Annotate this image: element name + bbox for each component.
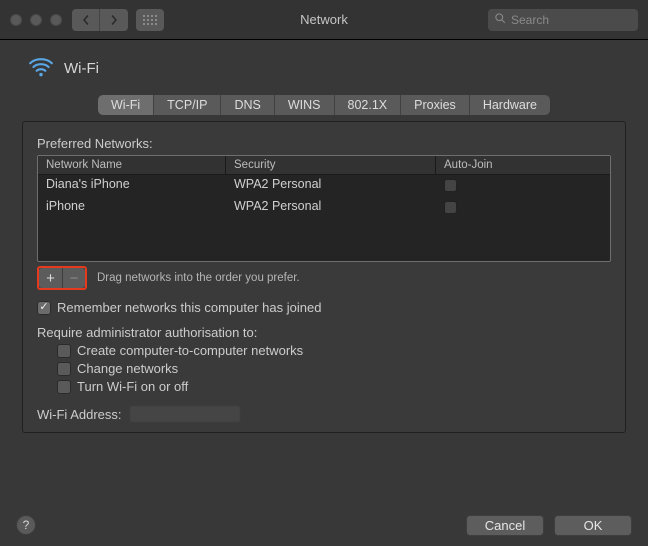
- auth-option-label: Turn Wi-Fi on or off: [77, 379, 188, 394]
- column-auto-join[interactable]: Auto-Join: [436, 156, 610, 174]
- maximize-window-button[interactable]: [50, 14, 62, 26]
- cell-security: WPA2 Personal: [226, 175, 436, 197]
- auth-option-checkbox[interactable]: [57, 380, 71, 394]
- tab-802-1x[interactable]: 802.1X: [335, 95, 402, 115]
- cell-security: WPA2 Personal: [226, 197, 436, 219]
- tab-hardware[interactable]: Hardware: [470, 95, 550, 115]
- remember-networks-checkbox[interactable]: [37, 301, 51, 315]
- cancel-button[interactable]: Cancel: [466, 515, 544, 536]
- table-row[interactable]: Diana's iPhoneWPA2 Personal: [38, 175, 610, 197]
- search-placeholder: Search: [511, 13, 549, 27]
- remove-network-button[interactable]: −: [62, 268, 85, 288]
- window-title: Network: [300, 12, 348, 27]
- search-input[interactable]: Search: [488, 9, 638, 31]
- wifi-icon: [28, 54, 54, 83]
- tab-dns[interactable]: DNS: [221, 95, 274, 115]
- forward-button[interactable]: [100, 9, 128, 31]
- show-all-button[interactable]: [136, 9, 164, 31]
- auto-join-checkbox[interactable]: [444, 201, 457, 214]
- auth-option-checkbox[interactable]: [57, 344, 71, 358]
- table-row[interactable]: iPhoneWPA2 Personal: [38, 197, 610, 219]
- grid-icon: [143, 15, 157, 25]
- auth-option-label: Change networks: [77, 361, 178, 376]
- ok-button[interactable]: OK: [554, 515, 632, 536]
- tab-bar: Wi-FiTCP/IPDNSWINS802.1XProxiesHardware: [18, 95, 630, 115]
- preferred-networks-label: Preferred Networks:: [37, 136, 611, 151]
- auth-option-label: Create computer-to-computer networks: [77, 343, 303, 358]
- preferred-networks-table: Network Name Security Auto-Join Diana's …: [37, 155, 611, 262]
- auto-join-checkbox[interactable]: [444, 179, 457, 192]
- remember-networks-label: Remember networks this computer has join…: [57, 300, 321, 315]
- page-title: Wi-Fi: [64, 60, 99, 77]
- cell-auto-join: [436, 197, 610, 219]
- remember-networks-row[interactable]: Remember networks this computer has join…: [37, 300, 611, 315]
- table-header: Network Name Security Auto-Join: [38, 156, 610, 175]
- search-icon: [494, 12, 506, 27]
- cell-auto-join: [436, 175, 610, 197]
- minimize-window-button[interactable]: [30, 14, 42, 26]
- close-window-button[interactable]: [10, 14, 22, 26]
- column-network-name[interactable]: Network Name: [38, 156, 226, 174]
- wifi-address-label: Wi-Fi Address:: [37, 407, 122, 422]
- content: Wi-Fi Wi-FiTCP/IPDNSWINS802.1XProxiesHar…: [0, 40, 648, 433]
- tab-proxies[interactable]: Proxies: [401, 95, 470, 115]
- tab-wi-fi[interactable]: Wi-Fi: [98, 95, 154, 115]
- drag-hint: Drag networks into the order you prefer.: [97, 272, 300, 284]
- add-remove-row: + − Drag networks into the order you pre…: [37, 266, 611, 290]
- auth-options: Create computer-to-computer networks Chan…: [57, 343, 611, 394]
- tab-tcp-ip[interactable]: TCP/IP: [154, 95, 221, 115]
- auth-option-row[interactable]: Change networks: [57, 361, 611, 376]
- add-network-button[interactable]: +: [39, 268, 62, 288]
- add-remove-highlight: + −: [37, 266, 87, 290]
- wifi-address-row: Wi-Fi Address:: [37, 406, 611, 422]
- cell-network-name: Diana's iPhone: [38, 175, 226, 197]
- table-body: Diana's iPhoneWPA2 PersonaliPhoneWPA2 Pe…: [38, 175, 610, 261]
- cell-network-name: iPhone: [38, 197, 226, 219]
- titlebar: Network Search: [0, 0, 648, 40]
- wifi-address-value: [130, 406, 240, 422]
- page-header: Wi-Fi: [28, 54, 630, 83]
- nav-group: [72, 9, 128, 31]
- column-security[interactable]: Security: [226, 156, 436, 174]
- auth-option-row[interactable]: Create computer-to-computer networks: [57, 343, 611, 358]
- action-buttons: Cancel OK: [466, 515, 632, 536]
- bottom-bar: ? Cancel OK: [0, 504, 648, 546]
- window-controls: [10, 14, 62, 26]
- auth-option-checkbox[interactable]: [57, 362, 71, 376]
- tab-wins[interactable]: WINS: [275, 95, 335, 115]
- back-button[interactable]: [72, 9, 100, 31]
- help-button[interactable]: ?: [16, 515, 36, 535]
- auth-option-row[interactable]: Turn Wi-Fi on or off: [57, 379, 611, 394]
- settings-panel: Preferred Networks: Network Name Securit…: [22, 121, 626, 433]
- auth-label: Require administrator authorisation to:: [37, 325, 611, 340]
